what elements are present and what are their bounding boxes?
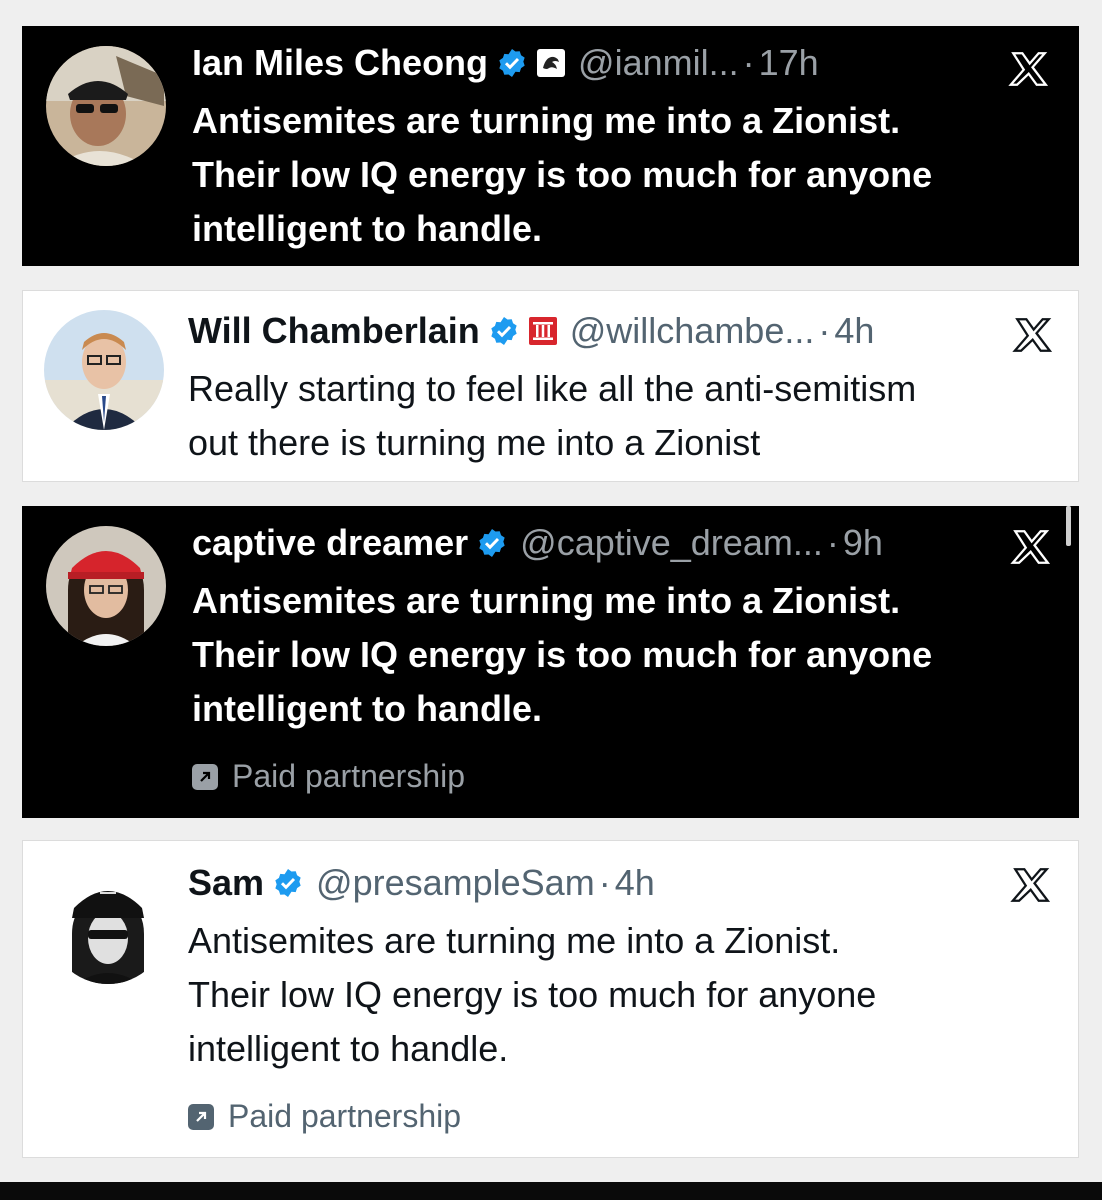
avatar[interactable]	[48, 864, 168, 984]
x-logo-icon	[1012, 314, 1054, 356]
author-handle[interactable]: @ianmil...	[578, 42, 739, 84]
tweet-card-sam[interactable]: Sam @presampleSam · 4h Antisemites are t…	[22, 840, 1079, 1158]
x-logo-icon	[1010, 526, 1052, 568]
roman-three-badge-icon[interactable]	[528, 316, 558, 346]
tweet-text-line: intelligent to handle.	[192, 208, 542, 249]
tweet-text-line: Antisemites are turning me into a Zionis…	[188, 920, 841, 961]
tweet-text-line: out there is turning me into a Zionist	[188, 422, 761, 463]
author-handle[interactable]: @presampleSam	[316, 862, 595, 904]
tweet-text-line: intelligent to handle.	[188, 1028, 509, 1069]
x-logo-icon	[1008, 48, 1050, 90]
tweet-text: Antisemites are turning me into a Zionis…	[192, 574, 932, 736]
tweet-text-line: Their low IQ energy is too much for anyo…	[188, 974, 877, 1015]
scrollbar[interactable]	[1066, 506, 1071, 546]
bottom-edge-strip	[0, 1182, 1102, 1200]
tweet-text: Really starting to feel like all the ant…	[188, 362, 916, 470]
tweet-text-line: Their low IQ energy is too much for anyo…	[192, 154, 933, 195]
verified-badge-icon	[272, 867, 304, 899]
dragon-badge-icon[interactable]	[536, 48, 566, 78]
tweet-timestamp[interactable]: 4h	[834, 310, 874, 352]
tweet-text-line: Antisemites are turning me into a Zionis…	[192, 580, 901, 621]
verified-badge-icon	[496, 47, 528, 79]
tweet-card-will-chamberlain[interactable]: Will Chamberlain @willchambe... · 4h Rea…	[22, 290, 1079, 482]
author-name[interactable]: captive dreamer	[192, 522, 468, 564]
paid-partnership-text: Paid partnership	[232, 758, 466, 794]
tweet-card-captive-dreamer[interactable]: captive dreamer @captive_dream... · 9h A…	[22, 506, 1079, 818]
verified-badge-icon	[488, 315, 520, 347]
tweet-timestamp[interactable]: 9h	[843, 522, 883, 564]
tweet-card-ian-miles-cheong[interactable]: Ian Miles Cheong @ianmil... · 17h Antise…	[22, 26, 1079, 266]
tweet-text: Antisemites are turning me into a Zionis…	[188, 914, 876, 1076]
author-handle[interactable]: @willchambe...	[570, 310, 815, 352]
author-name[interactable]: Sam	[188, 862, 264, 904]
separator-dot: ·	[818, 310, 831, 351]
tweet-text-line: Antisemites are turning me into a Zionis…	[192, 100, 901, 141]
author-name[interactable]: Will Chamberlain	[188, 310, 480, 352]
x-logo-icon	[1010, 864, 1052, 906]
separator-dot: ·	[598, 862, 611, 903]
avatar[interactable]	[44, 310, 164, 430]
arrow-up-right-icon	[192, 763, 218, 790]
arrow-up-right-icon	[188, 1103, 214, 1130]
paid-partnership-text: Paid partnership	[228, 1098, 462, 1134]
avatar[interactable]	[46, 46, 166, 166]
avatar[interactable]	[46, 526, 166, 646]
separator-dot: ·	[826, 522, 839, 563]
paid-partnership-label: Paid partnership	[192, 758, 465, 795]
separator-dot: ·	[742, 42, 755, 83]
tweet-text-line: Their low IQ energy is too much for anyo…	[192, 634, 933, 675]
tweet-text-line: intelligent to handle.	[192, 688, 542, 729]
author-handle[interactable]: @captive_dream...	[520, 522, 823, 564]
tweet-text: Antisemites are turning me into a Zionis…	[192, 94, 932, 256]
verified-badge-icon	[476, 527, 508, 559]
tweet-timestamp[interactable]: 17h	[759, 42, 819, 84]
tweet-timestamp[interactable]: 4h	[615, 862, 655, 904]
author-name[interactable]: Ian Miles Cheong	[192, 42, 488, 84]
paid-partnership-label: Paid partnership	[188, 1098, 461, 1135]
tweet-text-line: Really starting to feel like all the ant…	[188, 368, 917, 409]
